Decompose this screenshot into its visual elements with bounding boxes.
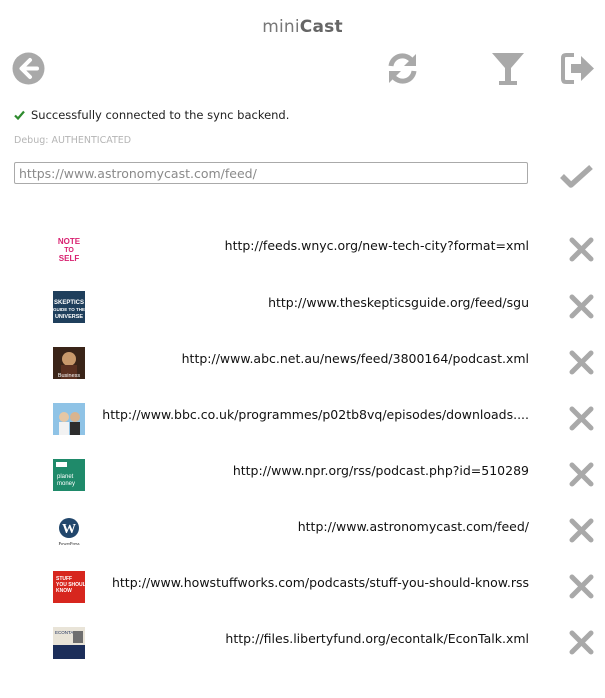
feed-row: Business http://www.abc.net.au/news/feed… <box>0 343 605 383</box>
svg-text:NOTE: NOTE <box>58 237 81 246</box>
sync-status-text: Successfully connected to the sync backe… <box>31 108 290 122</box>
add-feed-check-icon[interactable] <box>560 164 593 188</box>
feed-url: http://www.abc.net.au/news/feed/3800164/… <box>181 351 529 366</box>
refresh-icon[interactable] <box>385 51 420 86</box>
delete-feed-icon[interactable] <box>569 406 594 431</box>
svg-text:SKEPTICS: SKEPTICS <box>54 300 84 306</box>
feed-url: http://www.theskepticsguide.org/feed/sgu <box>268 295 529 310</box>
feed-url: http://feeds.wnyc.org/new-tech-city?form… <box>224 238 529 253</box>
feed-artwork: NOTE TO SELF <box>53 234 85 266</box>
feed-artwork <box>53 403 85 435</box>
delete-feed-icon[interactable] <box>569 350 594 375</box>
feed-artwork: STUFF YOU SHOULD KNOW <box>53 571 85 603</box>
svg-text:UNIVERSE: UNIVERSE <box>55 314 83 320</box>
delete-feed-icon[interactable] <box>569 237 594 262</box>
delete-feed-icon[interactable] <box>569 462 594 487</box>
svg-text:GUIDE TO THE: GUIDE TO THE <box>53 307 85 312</box>
debug-text: Debug: AUTHENTICATED <box>14 135 132 146</box>
svg-text:money: money <box>57 481 75 487</box>
delete-feed-icon[interactable] <box>569 574 594 599</box>
feed-row: SKEPTICS GUIDE TO THE UNIVERSE http://ww… <box>0 287 605 327</box>
delete-feed-icon[interactable] <box>569 294 594 319</box>
app-title: miniCast <box>0 17 605 37</box>
svg-text:PowerPress: PowerPress <box>59 541 80 546</box>
svg-text:TO: TO <box>64 247 74 254</box>
feed-row: NOTE TO SELF http://feeds.wnyc.org/new-t… <box>0 230 605 270</box>
feed-url: http://www.howstuffworks.com/podcasts/st… <box>111 575 529 590</box>
feed-row: STUFF YOU SHOULD KNOW http://www.howstuf… <box>0 567 605 607</box>
feed-url: http://www.npr.org/rss/podcast.php?id=51… <box>232 463 529 478</box>
feed-url: http://www.bbc.co.uk/programmes/p02tb8vq… <box>102 407 529 422</box>
svg-text:Business: Business <box>58 373 81 379</box>
back-icon[interactable] <box>12 52 45 85</box>
filter-icon[interactable] <box>491 52 525 86</box>
feed-row: http://www.bbc.co.uk/programmes/p02tb8vq… <box>0 399 605 439</box>
logout-icon[interactable] <box>561 53 595 84</box>
delete-feed-icon[interactable] <box>569 630 594 655</box>
feed-row: planet money http://www.npr.org/rss/podc… <box>0 455 605 495</box>
svg-text:W: W <box>62 522 76 537</box>
feed-artwork: Business <box>53 347 85 379</box>
svg-text:KNOW: KNOW <box>56 588 72 594</box>
feed-row: ECONTALK http://files.libertyfund.org/ec… <box>0 623 605 663</box>
feed-artwork: ECONTALK <box>53 627 85 659</box>
sync-status: Successfully connected to the sync backe… <box>14 108 289 122</box>
feed-row: W PowerPress http://www.astronomycast.co… <box>0 511 605 551</box>
delete-feed-icon[interactable] <box>569 518 594 543</box>
check-icon <box>14 110 25 120</box>
feed-url-input[interactable] <box>14 162 528 184</box>
app-title-bold: Cast <box>299 17 343 37</box>
feed-artwork: W PowerPress <box>53 515 85 547</box>
feed-artwork: planet money <box>53 459 85 491</box>
feed-artwork: SKEPTICS GUIDE TO THE UNIVERSE <box>53 291 85 323</box>
feed-url: http://www.astronomycast.com/feed/ <box>297 519 529 534</box>
app-title-light: mini <box>262 17 300 37</box>
svg-text:SELF: SELF <box>59 254 80 263</box>
feed-url: http://files.libertyfund.org/econtalk/Ec… <box>225 631 529 646</box>
svg-text:planet: planet <box>57 474 74 480</box>
